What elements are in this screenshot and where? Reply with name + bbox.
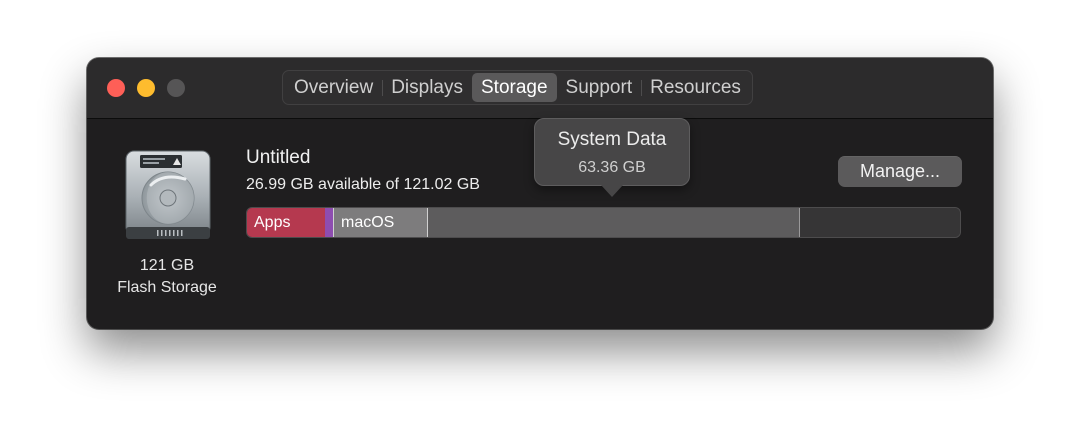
drive-capacity: 121 GB [139,257,195,274]
drive-type: Flash Storage [117,279,217,296]
about-this-mac-window: Overview Displays Storage Support Resour… [87,58,993,329]
zoom-button[interactable] [167,79,185,97]
storage-segment-apps[interactable]: Apps [247,208,325,237]
volume-name: Untitled [246,147,311,168]
storage-segment-system-data[interactable] [428,208,800,237]
storage-segment-macos[interactable]: macOS [333,208,428,237]
tab-support[interactable]: Support [557,73,642,102]
minimize-button[interactable] [137,79,155,97]
storage-panel: 121 GB Flash Storage Untitled 26.99 GB a… [87,118,993,329]
close-button[interactable] [107,79,125,97]
tab-overview[interactable]: Overview [285,73,382,102]
storage-bar: Apps macOS [246,207,961,238]
tab-bar: Overview Displays Storage Support Resour… [282,70,753,105]
tooltip-title: System Data [557,129,667,150]
tab-resources[interactable]: Resources [641,73,750,102]
storage-segment-free [800,208,960,237]
manage-button[interactable]: Manage... [838,156,962,187]
title-bar: Overview Displays Storage Support Resour… [87,58,993,119]
storage-tooltip: System Data 63.36 GB [534,118,690,197]
tab-storage[interactable]: Storage [472,73,557,102]
drive-caption: 121 GB Flash Storage [103,255,231,299]
volume-availability: 26.99 GB available of 121.02 GB [246,176,480,193]
hard-drive-icon [125,150,211,239]
tab-displays[interactable]: Displays [382,73,472,102]
tooltip-value: 63.36 GB [578,159,646,176]
storage-segment-documents[interactable] [325,208,333,237]
